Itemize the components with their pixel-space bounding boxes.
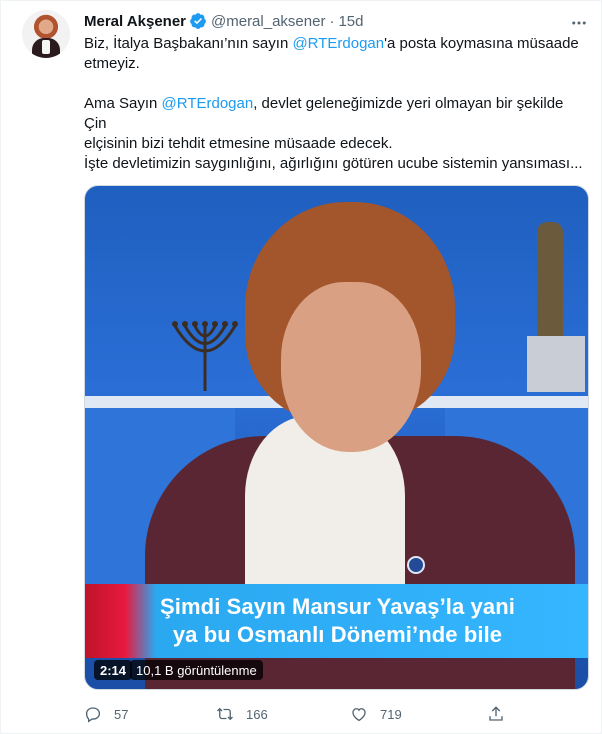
text-segment: etmeyiz. [84, 55, 140, 72]
video-duration: 2:14 [94, 660, 133, 680]
caption-line-2: ya bu Osmanlı Dönemi’nde bile [172, 622, 503, 647]
retweet-button[interactable]: 166 [216, 703, 268, 725]
verified-badge-icon [189, 12, 207, 30]
statue-base-decor [527, 336, 585, 392]
mention-link[interactable]: @RTErdogan [292, 35, 384, 52]
author-handle[interactable]: @meral_aksener [211, 13, 325, 30]
more-icon[interactable] [569, 13, 589, 33]
share-button[interactable] [487, 703, 517, 725]
speaker-face [281, 282, 421, 452]
video-views: 10,1 B görüntülenme [130, 660, 263, 680]
like-icon [352, 708, 366, 722]
retweet-count: 166 [246, 706, 268, 722]
menorah-decor [172, 321, 238, 391]
tweet-header: Meral Akşener @meral_aksener · 15d [84, 11, 363, 31]
mention-link[interactable]: @RTErdogan [162, 95, 254, 112]
tweet-actions: 57 166 719 [84, 703, 589, 725]
reply-button[interactable]: 57 [84, 703, 128, 725]
like-count: 719 [380, 706, 402, 722]
text-segment: elçisinin bizi tehdit etmesine müsaade e… [84, 135, 393, 152]
caption-line-1: Şimdi Sayın Mansur Yavaş’la yani [160, 594, 515, 619]
reply-icon [85, 707, 101, 723]
retweet-icon [217, 707, 233, 721]
author-name[interactable]: Meral Akşener [84, 13, 186, 30]
statue-decor [537, 222, 563, 342]
tweet-text-paragraph-3: İşte devletimizin saygınlığını, ağırlığı… [84, 154, 589, 174]
caption-band: Şimdi Sayın Mansur Yavaş’la yani ya bu O… [85, 584, 588, 658]
tweet-text-paragraph-1: Biz, İtalya Başbakanı’nın sayın @RTErdog… [84, 34, 589, 74]
text-segment: İşte devletimizin saygınlığını, ağırlığı… [84, 155, 583, 172]
tweet-card[interactable]: Meral Akşener @meral_aksener · 15d Biz, … [0, 0, 602, 734]
text-segment: Biz, İtalya Başbakanı’nın sayın [84, 35, 293, 52]
tweet-text-paragraph-2: Ama Sayın @RTErdogan, devlet geleneğimiz… [84, 94, 589, 154]
avatar-collar [42, 40, 50, 54]
share-icon [489, 706, 503, 721]
like-button[interactable]: 719 [350, 703, 402, 725]
reply-count: 57 [114, 706, 129, 722]
lapel-pin [407, 556, 425, 574]
author-avatar[interactable] [22, 10, 70, 58]
video-player[interactable]: Şimdi Sayın Mansur Yavaş’la yani ya bu O… [84, 185, 589, 690]
separator-dot: · [329, 12, 335, 30]
text-segment: 'a posta koymasına müsaade [384, 35, 579, 52]
text-segment: Ama Sayın [84, 95, 162, 112]
tweet-timestamp[interactable]: 15d [338, 13, 363, 30]
